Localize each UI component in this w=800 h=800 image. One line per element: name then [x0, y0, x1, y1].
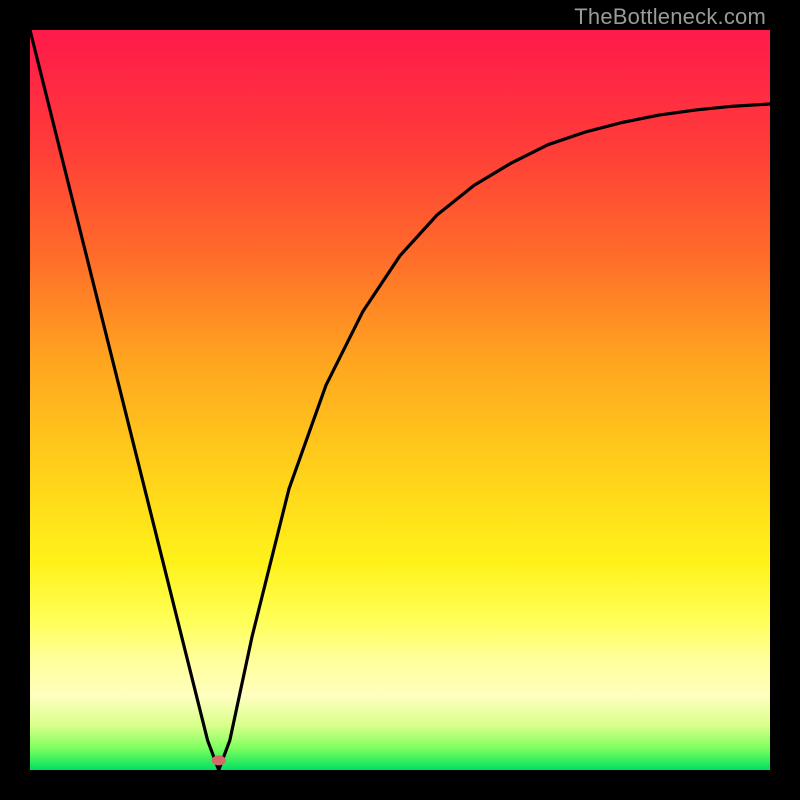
chart-marker [212, 755, 226, 765]
chart-curve [30, 30, 770, 770]
watermark-text: TheBottleneck.com [574, 4, 766, 30]
chart-plot-area [30, 30, 770, 770]
chart-frame: TheBottleneck.com [0, 0, 800, 800]
chart-svg [30, 30, 770, 770]
